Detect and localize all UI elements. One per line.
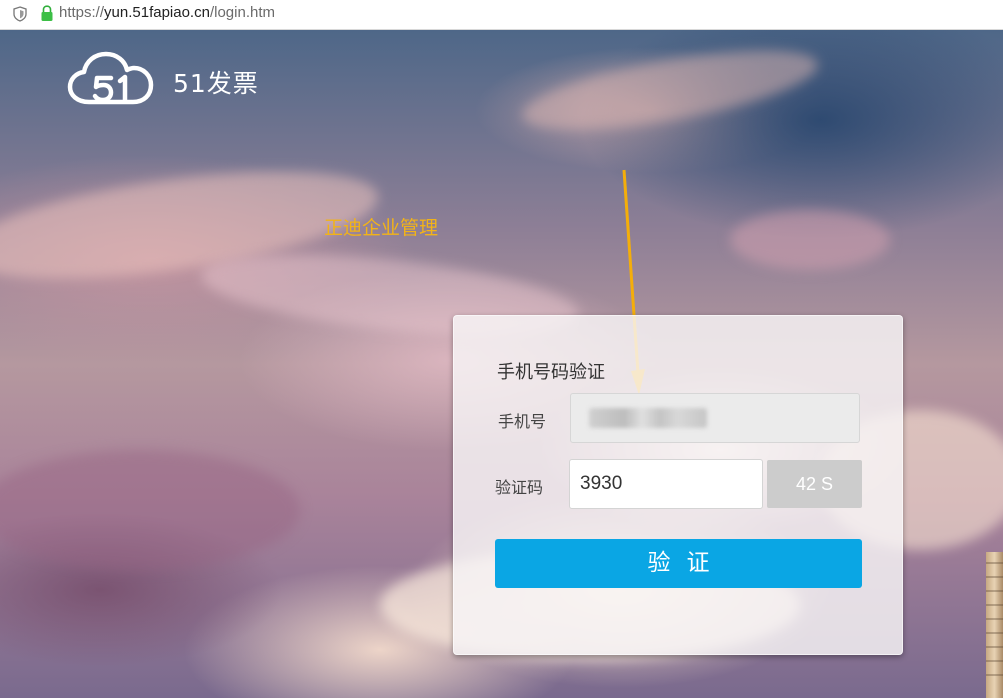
countdown-button[interactable]: 42 S	[767, 460, 862, 508]
brand-name: 51发票	[173, 69, 259, 98]
url-protocol: https://	[59, 4, 105, 21]
phone-field[interactable]	[570, 393, 860, 443]
phone-label: 手机号	[498, 412, 547, 431]
phone-value-redacted	[589, 408, 707, 428]
verify-button[interactable]: 验证	[495, 539, 862, 588]
annotation-text: 正迪企业管理	[324, 217, 439, 239]
url-host: yun.51fapiao.cn	[104, 4, 210, 21]
shield-icon[interactable]	[12, 6, 28, 22]
browser-address-bar[interactable]: https://yun.51fapiao.cn/login.htm	[0, 0, 1003, 30]
verification-code-input[interactable]: 3930	[569, 459, 763, 509]
building-image	[986, 552, 1003, 698]
cloud-logo-icon[interactable]	[67, 50, 155, 106]
lock-icon	[41, 5, 53, 21]
url-path: /login.htm	[209, 4, 275, 21]
url-text[interactable]: https://yun.51fapiao.cn/login.htm	[59, 4, 275, 21]
code-label: 验证码	[495, 478, 544, 497]
panel-title: 手机号码验证	[497, 362, 605, 383]
login-panel: 手机号码验证 手机号 验证码 3930 42 S 验证	[453, 315, 903, 655]
